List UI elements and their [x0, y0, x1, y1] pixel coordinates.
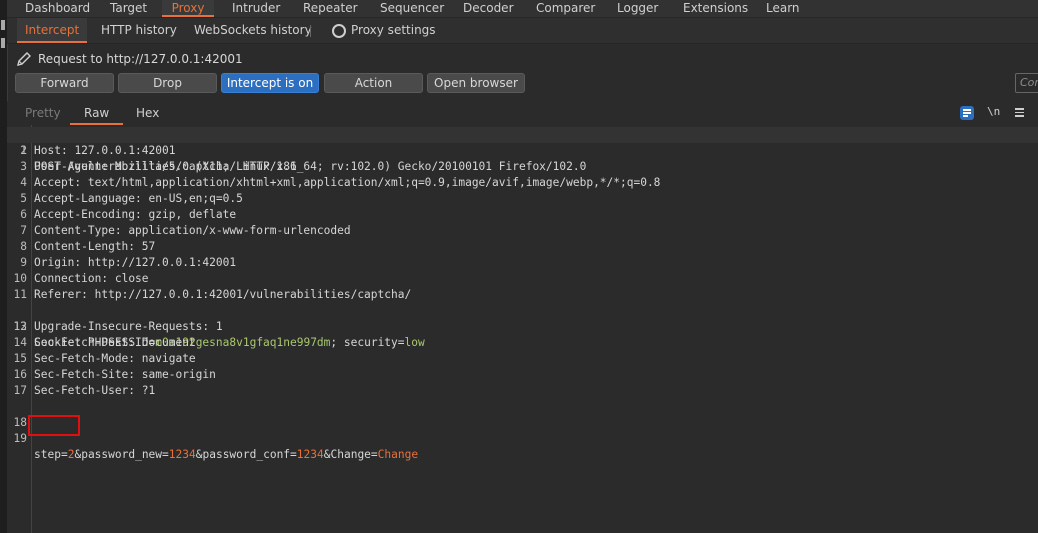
- drop-button[interactable]: Drop: [118, 73, 217, 93]
- proxy-settings-link[interactable]: Proxy settings: [351, 18, 436, 43]
- panel-marker: [1, 20, 5, 30]
- code-line: 18: [13, 416, 27, 429]
- tab-logger[interactable]: Logger: [617, 0, 658, 17]
- tab-sequencer[interactable]: Sequencer: [380, 0, 444, 17]
- gear-icon[interactable]: [332, 24, 346, 38]
- tab-proxy[interactable]: Proxy: [162, 0, 214, 17]
- panel-marker: [1, 38, 5, 48]
- tab-intercept[interactable]: Intercept: [17, 18, 88, 43]
- code-line: 16 Sec-Fetch-Site: same-origin: [13, 368, 216, 381]
- intercept-toggle-button[interactable]: Intercept is on: [221, 73, 319, 93]
- request-editor[interactable]: 1 POST /vulnerabilities/captcha/ HTTP/1.…: [7, 125, 1038, 533]
- code-line: 10 Connection: close: [13, 272, 149, 285]
- divider: [310, 25, 311, 37]
- tab-http-history[interactable]: HTTP history: [101, 18, 177, 43]
- main-tab-bar: Dashboard Target Proxy Intruder Repeater…: [7, 0, 1038, 18]
- tab-learn[interactable]: Learn: [766, 0, 800, 17]
- code-line: 15 Sec-Fetch-Mode: navigate: [13, 352, 196, 365]
- code-line: 13 Upgrade-Insecure-Requests: 1: [13, 320, 223, 333]
- tab-intruder[interactable]: Intruder: [232, 0, 280, 17]
- tab-raw[interactable]: Raw: [70, 101, 124, 125]
- code-line: 12 Cookie: PHPSESSID=m0a192gesna8v1gfaq1…: [13, 320, 425, 349]
- body-line: 19 step=2&password_new=1234&password_con…: [13, 432, 419, 461]
- tab-dashboard[interactable]: Dashboard: [25, 0, 90, 17]
- pencil-icon[interactable]: [16, 51, 32, 67]
- action-button[interactable]: Action: [324, 73, 423, 93]
- code-line: 4 Accept: text/html,application/xhtml+xml…: [20, 176, 661, 189]
- tab-target[interactable]: Target: [110, 0, 147, 17]
- word-wrap-icon[interactable]: [960, 106, 974, 120]
- code-line: 17 Sec-Fetch-User: ?1: [13, 384, 156, 397]
- comment-input[interactable]: Comment this item: [1015, 73, 1038, 93]
- menu-icon[interactable]: [1015, 108, 1024, 117]
- tab-extensions[interactable]: Extensions: [683, 0, 748, 17]
- forward-button[interactable]: Forward: [15, 73, 114, 93]
- newline-toggle-icon[interactable]: \n: [987, 105, 1000, 118]
- tab-websockets-history[interactable]: WebSockets history: [194, 18, 312, 43]
- request-target-bar: Request to http://127.0.0.1:42001: [7, 44, 1038, 72]
- code-line: 6 Accept-Encoding: gzip, deflate: [20, 208, 237, 221]
- code-line: 14 Sec-Fetch-Dest: document: [13, 336, 196, 349]
- code-line: 7 Content-Type: application/x-www-form-ur…: [20, 224, 351, 237]
- code-line: 5 Accept-Language: en-US,en;q=0.5: [20, 192, 243, 205]
- code-line: 2 Host: 127.0.0.1:42001: [20, 144, 176, 157]
- step-param-highlight: [28, 415, 80, 436]
- request-target-label: Request to http://127.0.0.1:42001: [38, 52, 243, 66]
- code-line: 9 Origin: http://127.0.0.1:42001: [20, 256, 237, 269]
- editor-view-tabs: Pretty Raw Hex \n: [7, 101, 1038, 125]
- code-line: 3 User-Agent: Mozilla/5.0 (X11; Linux x86…: [20, 160, 587, 173]
- tab-hex[interactable]: Hex: [136, 101, 159, 125]
- tab-decoder[interactable]: Decoder: [463, 0, 514, 17]
- code-line: 8 Content-Length: 57: [20, 240, 156, 253]
- tab-comparer[interactable]: Comparer: [536, 0, 595, 17]
- tab-repeater[interactable]: Repeater: [303, 0, 358, 17]
- code-line: 11 Referer: http://127.0.0.1:42001/vulner…: [13, 288, 412, 301]
- open-browser-button[interactable]: Open browser: [427, 73, 525, 93]
- proxy-sub-tab-bar: Intercept HTTP history WebSockets histor…: [7, 18, 1038, 44]
- code-line: 1 POST /vulnerabilities/captcha/ HTTP/1.…: [7, 127, 1038, 173]
- tab-pretty[interactable]: Pretty: [25, 101, 61, 125]
